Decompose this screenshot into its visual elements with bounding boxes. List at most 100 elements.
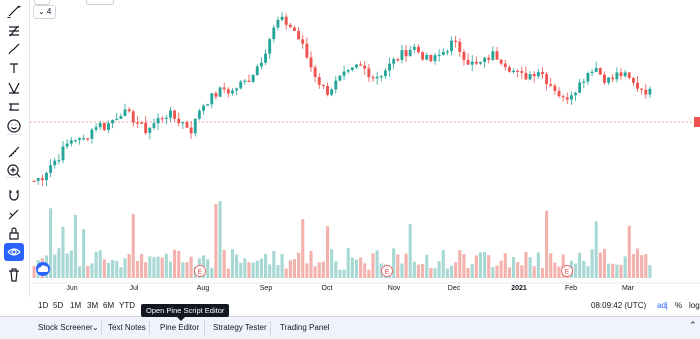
range-ytd[interactable]: YTD [119,301,135,310]
magnet-icon[interactable] [4,186,24,204]
candle-body [367,68,371,78]
candle-body [276,19,280,28]
adj-toggle[interactable]: adj [657,301,668,310]
volume-bar [425,254,429,278]
volume-bar [330,249,334,278]
candle-body [524,72,528,80]
drawing-toolbar [0,0,30,297]
volume-bar [350,257,354,278]
volume-bar [156,256,160,278]
candle-body [321,84,325,87]
candle-body [648,88,652,95]
time-axis-label: Dec [448,285,461,292]
range-1d[interactable]: 1D [38,301,48,310]
tab-strategy-tester[interactable]: Strategy Tester [213,323,267,332]
volume-bar [429,267,433,278]
candle-body [131,111,135,123]
volume-bar [578,252,582,278]
volume-bar [346,248,350,278]
candle-body [210,93,214,105]
pattern-icon[interactable] [4,79,24,97]
earnings-marker-label: E [385,269,390,276]
range-1m[interactable]: 1M [70,301,81,310]
smiley-icon[interactable] [4,117,24,135]
candle-body [553,85,557,91]
volume-bar [276,265,280,278]
forecast-ruler-icon[interactable] [4,98,24,116]
utc-clock[interactable]: 08:09:42 (UTC) [591,301,646,310]
volume-bar [168,261,173,278]
legend-collapse-button[interactable]: ⌄ 4 [33,5,57,19]
collapse-panel-icon[interactable]: ⌃ [689,320,697,331]
ruler-icon[interactable] [4,143,24,161]
hide-drawings-icon[interactable] [4,243,24,261]
earnings-marker-label: E [198,269,203,276]
volume-bar [268,264,272,278]
candle-body [454,40,458,42]
candle-body [433,55,437,62]
volume-bar [635,248,640,278]
volume-bar [532,266,536,278]
trend-line-icon[interactable] [4,2,24,20]
candle-body [346,70,350,72]
time-axis-label: Jun [66,285,77,292]
range-3m[interactable]: 3M [87,301,98,310]
chevron-down-icon[interactable]: ⌄ [92,323,99,332]
volume-bar [317,262,321,278]
tab-text-notes[interactable]: Text Notes [108,323,146,332]
candle-body [536,72,540,77]
volume-bar [367,269,371,278]
candle-body [607,77,611,83]
toolbar-separator [6,134,22,135]
volume-bar [98,250,102,278]
candle-body [202,105,205,111]
tab-trading-panel[interactable]: Trading Panel [280,323,330,332]
candle-body [61,146,65,161]
candle-body [214,93,218,97]
brush-icon[interactable] [4,40,24,58]
candle-body [565,97,569,100]
volume-bar [495,265,499,278]
candle-body [371,77,375,79]
volume-bar [69,250,73,278]
candle-body [516,70,520,73]
volume-bar [507,267,511,278]
volume-bar [611,263,615,278]
candle-body [98,122,102,128]
candlestick-chart[interactable]: E E E Jun Jul Aug Sep Oct Nov Dec 2021 Feb Mar [30,0,700,297]
tab-stock-screener[interactable]: Stock Screener [38,323,93,332]
candle-body [82,138,86,140]
lock-icon[interactable] [4,224,24,242]
range-5d[interactable]: 5D [53,301,63,310]
percent-toggle[interactable]: % [675,301,682,310]
text-icon[interactable] [4,59,24,77]
candle-body [94,127,98,130]
chart-area[interactable]: E E E Jun Jul Aug Sep Oct Nov Dec 2021 Feb Mar [30,0,700,297]
volume-bar [458,250,462,278]
volume-bar [466,267,470,278]
volume-bar [263,253,268,278]
volume-bar [53,254,57,278]
legend-stub-2 [86,0,114,5]
fib-retracement-icon[interactable] [4,22,24,40]
trash-icon[interactable] [4,266,24,284]
volume-bar [189,256,193,278]
volume-bar [631,254,635,278]
volume-bar [437,261,441,278]
volume-bar [371,253,375,278]
volume-bar [86,265,90,278]
volume-bar [648,265,652,278]
lock-drawing-icon[interactable] [4,205,24,223]
volume-bar [454,262,458,278]
candle-body [450,40,453,52]
volume-bar [375,250,379,278]
candle-body [305,43,309,58]
volume-bar [474,255,478,278]
tab-pine-editor[interactable]: Pine Editor [160,323,199,332]
candle-body [255,66,259,76]
candle-body [549,84,553,86]
volume-bar [255,260,259,278]
range-6m[interactable]: 6M [103,301,114,310]
volume-bar [338,269,342,278]
log-toggle[interactable]: log [689,301,700,310]
